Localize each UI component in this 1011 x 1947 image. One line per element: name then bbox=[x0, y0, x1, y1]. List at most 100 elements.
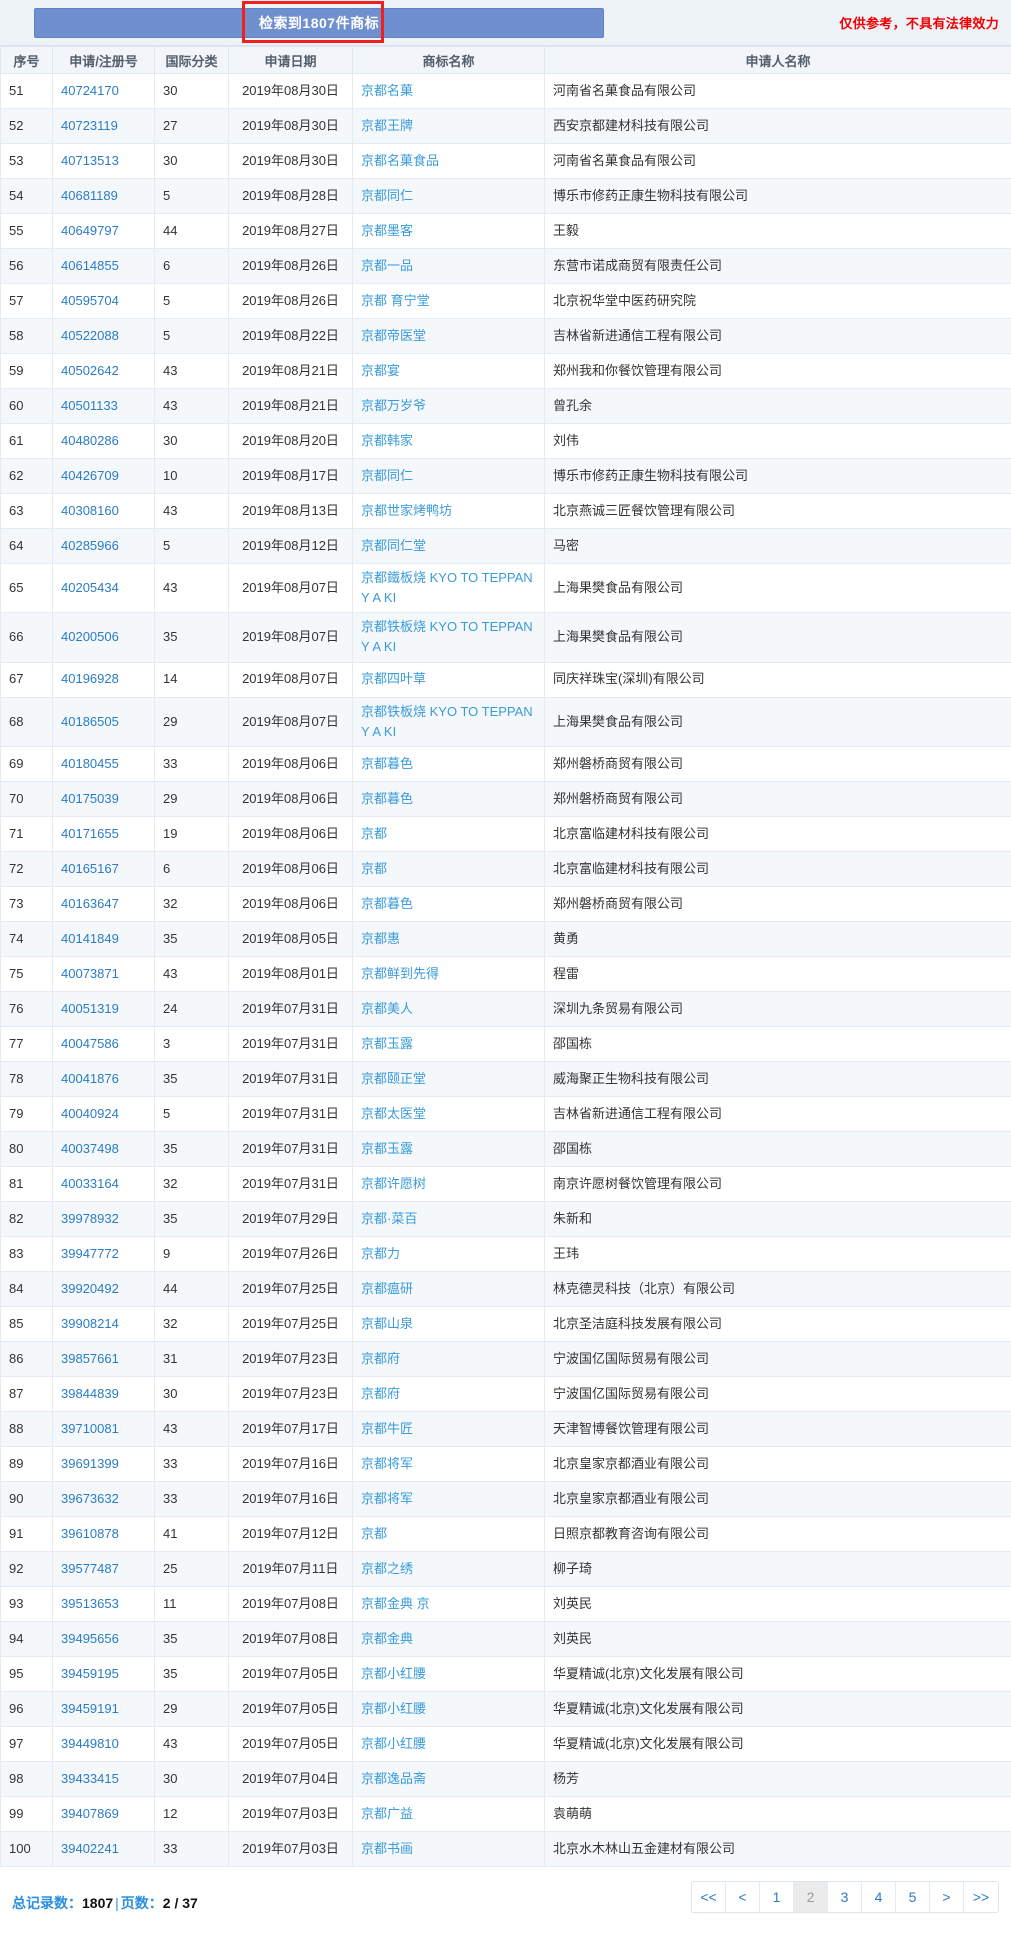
registration-number-link[interactable]: 40426709 bbox=[61, 468, 119, 483]
registration-number-link[interactable]: 40037498 bbox=[61, 1141, 119, 1156]
trademark-name-link[interactable]: 京都鐵板烧 KYO TO TEPPAN Y A KI bbox=[361, 570, 533, 605]
registration-number-link[interactable]: 40165167 bbox=[61, 861, 119, 876]
registration-number-link[interactable]: 40713513 bbox=[61, 153, 119, 168]
trademark-name-link[interactable]: 京都许愿树 bbox=[361, 1176, 426, 1191]
next-page[interactable]: > bbox=[930, 1882, 964, 1912]
registration-number-link[interactable]: 40180455 bbox=[61, 756, 119, 771]
trademark-name-link[interactable]: 京都暮色 bbox=[361, 756, 413, 771]
page-4[interactable]: 4 bbox=[862, 1882, 896, 1912]
prev-page[interactable]: < bbox=[726, 1882, 760, 1912]
registration-number-link[interactable]: 40047586 bbox=[61, 1036, 119, 1051]
registration-number-link[interactable]: 40141849 bbox=[61, 931, 119, 946]
registration-number-link[interactable]: 39844839 bbox=[61, 1386, 119, 1401]
trademark-name-link[interactable]: 京都 bbox=[361, 861, 387, 876]
registration-number-link[interactable]: 39947772 bbox=[61, 1246, 119, 1261]
registration-number-link[interactable]: 40502642 bbox=[61, 363, 119, 378]
trademark-name-link[interactable]: 京都世家烤鸭坊 bbox=[361, 503, 452, 518]
registration-number-link[interactable]: 40163647 bbox=[61, 896, 119, 911]
trademark-name-link[interactable]: 京都美人 bbox=[361, 1001, 413, 1016]
trademark-name-link[interactable]: 京都墨客 bbox=[361, 223, 413, 238]
registration-number-link[interactable]: 40308160 bbox=[61, 503, 119, 518]
trademark-name-link[interactable]: 京都韩家 bbox=[361, 433, 413, 448]
registration-number-link[interactable]: 39577487 bbox=[61, 1561, 119, 1576]
registration-number-link[interactable]: 40522088 bbox=[61, 328, 119, 343]
trademark-name-link[interactable]: 京都四叶草 bbox=[361, 671, 426, 686]
registration-number-link[interactable]: 40285966 bbox=[61, 538, 119, 553]
page-5[interactable]: 5 bbox=[896, 1882, 930, 1912]
registration-number-link[interactable]: 40724170 bbox=[61, 83, 119, 98]
registration-number-link[interactable]: 40171655 bbox=[61, 826, 119, 841]
trademark-name-link[interactable]: 京都牛匠 bbox=[361, 1421, 413, 1436]
trademark-name-link[interactable]: 京都府 bbox=[361, 1351, 400, 1366]
registration-number-link[interactable]: 39459195 bbox=[61, 1666, 119, 1681]
registration-number-link[interactable]: 40723119 bbox=[61, 118, 118, 133]
trademark-name-link[interactable]: 京都万岁爷 bbox=[361, 398, 426, 413]
trademark-name-link[interactable]: 京都小红腰 bbox=[361, 1666, 426, 1681]
trademark-name-link[interactable]: 京都帝医堂 bbox=[361, 328, 426, 343]
registration-number-link[interactable]: 39908214 bbox=[61, 1316, 119, 1331]
trademark-name-link[interactable]: 京都名菓食品 bbox=[361, 153, 439, 168]
trademark-name-link[interactable]: 京都鲜到先得 bbox=[361, 966, 439, 981]
registration-number-link[interactable]: 39920492 bbox=[61, 1281, 119, 1296]
trademark-name-link[interactable]: 京都铁板烧 KYO TO TEPPAN Y A KI bbox=[361, 619, 533, 654]
trademark-name-link[interactable]: 京都府 bbox=[361, 1386, 400, 1401]
trademark-name-link[interactable]: 京都惠 bbox=[361, 931, 400, 946]
first-page[interactable]: << bbox=[692, 1882, 726, 1912]
trademark-name-link[interactable]: 京都同仁 bbox=[361, 188, 413, 203]
page-3[interactable]: 3 bbox=[828, 1882, 862, 1912]
trademark-name-link[interactable]: 京都 bbox=[361, 826, 387, 841]
last-page[interactable]: >> bbox=[964, 1882, 998, 1912]
trademark-name-link[interactable]: 京都小红腰 bbox=[361, 1701, 426, 1716]
trademark-name-link[interactable]: 京都玉露 bbox=[361, 1036, 413, 1051]
trademark-name-link[interactable]: 京都一品 bbox=[361, 258, 413, 273]
registration-number-link[interactable]: 39673632 bbox=[61, 1491, 119, 1506]
registration-number-link[interactable]: 39459191 bbox=[61, 1701, 119, 1716]
registration-number-link[interactable]: 40196928 bbox=[61, 671, 119, 686]
registration-number-link[interactable]: 39857661 bbox=[61, 1351, 119, 1366]
registration-number-link[interactable]: 39433415 bbox=[61, 1771, 119, 1786]
registration-number-link[interactable]: 40073871 bbox=[61, 966, 119, 981]
trademark-name-link[interactable]: 京都将军 bbox=[361, 1491, 413, 1506]
trademark-name-link[interactable]: 京都同仁堂 bbox=[361, 538, 426, 553]
trademark-name-link[interactable]: 京都·菜百 bbox=[361, 1211, 417, 1226]
registration-number-link[interactable]: 39495656 bbox=[61, 1631, 119, 1646]
trademark-name-link[interactable]: 京都金典 bbox=[361, 1631, 413, 1646]
registration-number-link[interactable]: 40681189 bbox=[61, 188, 118, 203]
registration-number-link[interactable]: 40649797 bbox=[61, 223, 119, 238]
registration-number-link[interactable]: 39449810 bbox=[61, 1736, 119, 1751]
registration-number-link[interactable]: 39978932 bbox=[61, 1211, 119, 1226]
trademark-name-link[interactable]: 京都铁板烧 KYO TO TEPPAN Y A KI bbox=[361, 704, 533, 739]
trademark-name-link[interactable]: 京都暮色 bbox=[361, 791, 413, 806]
trademark-name-link[interactable]: 京都颐正堂 bbox=[361, 1071, 426, 1086]
trademark-name-link[interactable]: 京都力 bbox=[361, 1246, 400, 1261]
trademark-name-link[interactable]: 京都金典 京 bbox=[361, 1596, 430, 1611]
pagination-control[interactable]: <<<12345>>> bbox=[691, 1881, 999, 1913]
trademark-name-link[interactable]: 京都玉露 bbox=[361, 1141, 413, 1156]
trademark-name-link[interactable]: 京都暮色 bbox=[361, 896, 413, 911]
registration-number-link[interactable]: 40205434 bbox=[61, 580, 119, 595]
trademark-name-link[interactable]: 京都之绣 bbox=[361, 1561, 413, 1576]
trademark-name-link[interactable]: 京都山泉 bbox=[361, 1316, 413, 1331]
trademark-name-link[interactable]: 京都瘟研 bbox=[361, 1281, 413, 1296]
registration-number-link[interactable]: 40175039 bbox=[61, 791, 119, 806]
trademark-name-link[interactable]: 京都广益 bbox=[361, 1806, 413, 1821]
registration-number-link[interactable]: 39691399 bbox=[61, 1456, 119, 1471]
trademark-name-link[interactable]: 京都太医堂 bbox=[361, 1106, 426, 1121]
registration-number-link[interactable]: 40041876 bbox=[61, 1071, 119, 1086]
registration-number-link[interactable]: 40200506 bbox=[61, 629, 119, 644]
registration-number-link[interactable]: 39710081 bbox=[61, 1421, 119, 1436]
registration-number-link[interactable]: 40033164 bbox=[61, 1176, 119, 1191]
trademark-name-link[interactable]: 京都王牌 bbox=[361, 118, 413, 133]
trademark-name-link[interactable]: 京都名菓 bbox=[361, 83, 413, 98]
registration-number-link[interactable]: 39610878 bbox=[61, 1526, 119, 1541]
registration-number-link[interactable]: 39402241 bbox=[61, 1841, 119, 1856]
registration-number-link[interactable]: 39407869 bbox=[61, 1806, 119, 1821]
page-1[interactable]: 1 bbox=[760, 1882, 794, 1912]
trademark-name-link[interactable]: 京都逸品斋 bbox=[361, 1771, 426, 1786]
trademark-name-link[interactable]: 京都书画 bbox=[361, 1841, 413, 1856]
registration-number-link[interactable]: 40186505 bbox=[61, 714, 119, 729]
trademark-name-link[interactable]: 京都 bbox=[361, 1526, 387, 1541]
registration-number-link[interactable]: 40051319 bbox=[61, 1001, 119, 1016]
registration-number-link[interactable]: 40480286 bbox=[61, 433, 119, 448]
registration-number-link[interactable]: 40501133 bbox=[61, 398, 118, 413]
